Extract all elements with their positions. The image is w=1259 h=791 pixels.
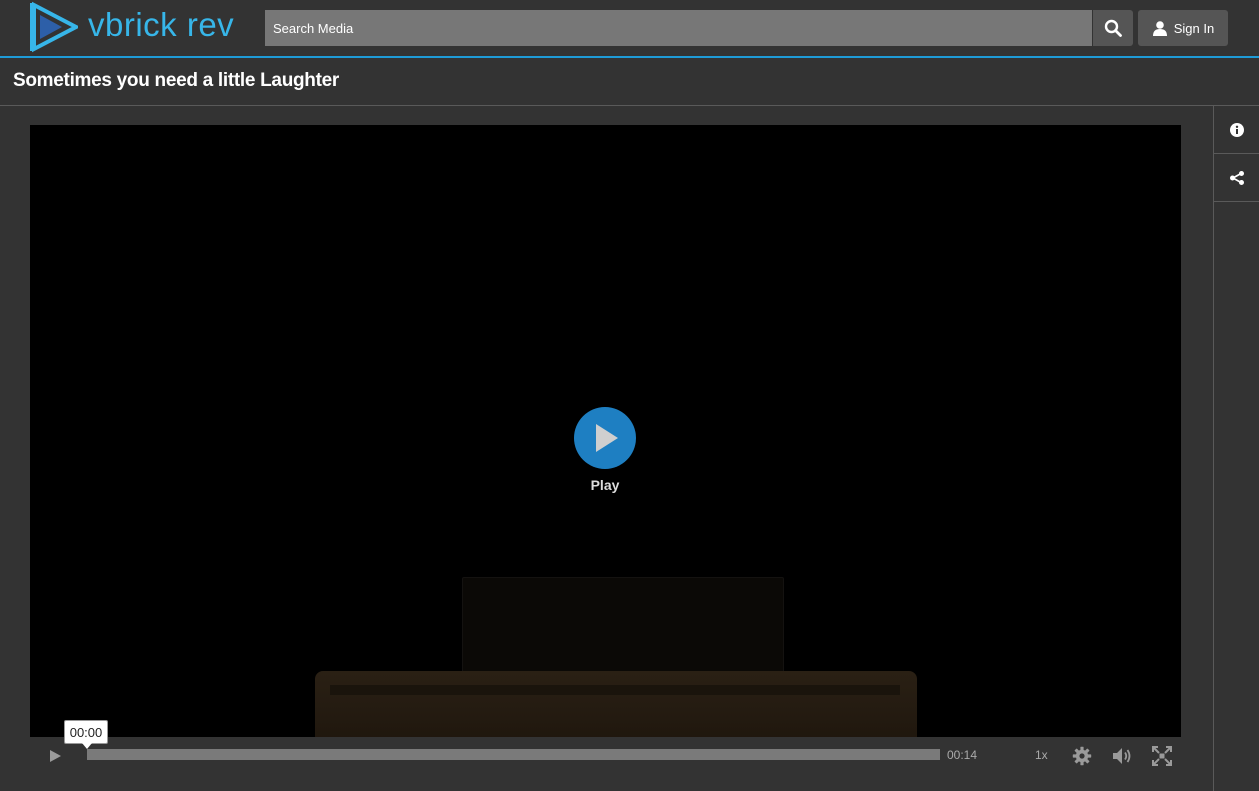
video-frame-podium-edge bbox=[330, 685, 900, 695]
info-button[interactable] bbox=[1214, 106, 1259, 154]
play-circle bbox=[574, 407, 636, 469]
search-input[interactable] bbox=[265, 10, 1092, 46]
video-frame-podium bbox=[315, 671, 917, 737]
volume-button[interactable] bbox=[1112, 746, 1134, 771]
play-label: Play bbox=[590, 477, 620, 493]
info-icon bbox=[1229, 122, 1244, 137]
search-icon bbox=[1104, 19, 1122, 37]
share-icon bbox=[1229, 170, 1244, 185]
share-button[interactable] bbox=[1214, 154, 1259, 202]
current-time-tooltip: 00:00 bbox=[64, 720, 108, 749]
big-play-button[interactable]: Play bbox=[574, 407, 636, 497]
settings-button[interactable] bbox=[1072, 746, 1092, 771]
vbrick-rev-logo[interactable]: vbrick rev bbox=[28, 1, 243, 53]
play-triangle-logo-icon bbox=[30, 1, 78, 53]
play-icon bbox=[50, 750, 61, 762]
fullscreen-button[interactable] bbox=[1152, 746, 1172, 771]
gear-icon bbox=[1072, 746, 1092, 766]
user-icon bbox=[1152, 21, 1167, 36]
title-bar: Sometimes you need a little Laughter bbox=[0, 58, 1259, 106]
search-button[interactable] bbox=[1093, 10, 1133, 46]
play-pause-button[interactable] bbox=[48, 748, 64, 764]
duration-label: 00:14 bbox=[947, 748, 978, 762]
play-icon bbox=[596, 424, 618, 452]
video-player[interactable]: Play bbox=[30, 125, 1181, 737]
page-title: Sometimes you need a little Laughter bbox=[13, 70, 339, 91]
volume-icon bbox=[1113, 748, 1131, 764]
logo-text: vbrick rev bbox=[88, 5, 235, 43]
sign-in-label: Sign In bbox=[1173, 20, 1215, 36]
player-controls: 00:00 00:14 1x bbox=[30, 720, 1181, 775]
sign-in-button[interactable]: Sign In bbox=[1138, 10, 1228, 46]
side-rail bbox=[1213, 106, 1259, 791]
progress-bar[interactable] bbox=[87, 749, 940, 760]
top-navigation-bar: vbrick rev Sign In bbox=[0, 0, 1259, 58]
playback-speed-button[interactable]: 1x bbox=[1035, 748, 1048, 762]
fullscreen-icon bbox=[1152, 746, 1172, 766]
